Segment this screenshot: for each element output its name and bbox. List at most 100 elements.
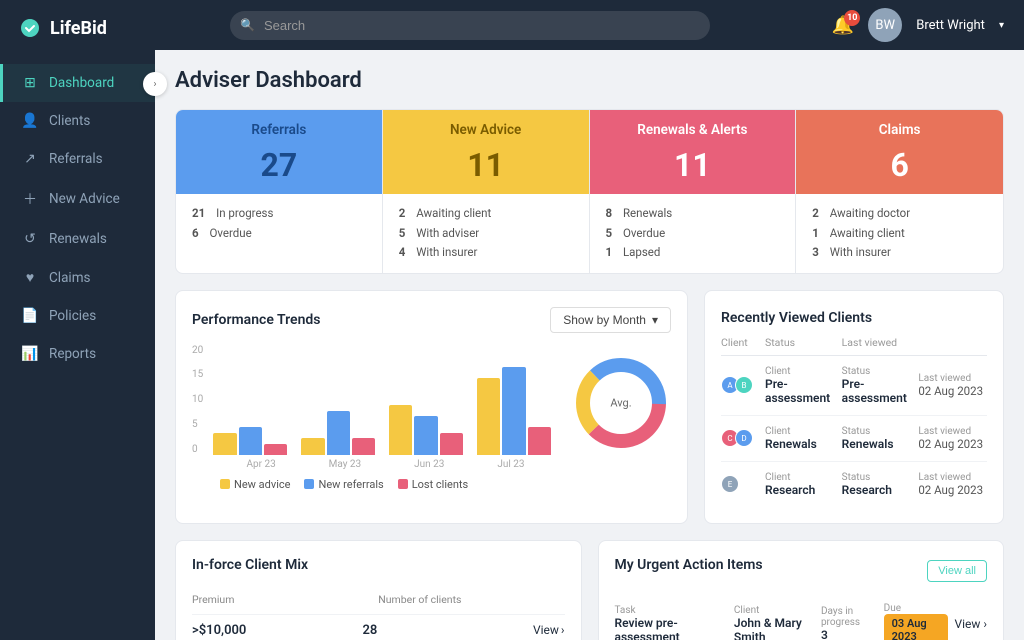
avatar-initials: BW bbox=[875, 18, 895, 33]
recently-viewed-row-3[interactable]: E Client Research Status Research Last v… bbox=[721, 462, 987, 507]
client-status-1: Pre-assessment bbox=[765, 377, 834, 405]
search-icon: 🔍 bbox=[240, 18, 255, 32]
summary-card-new-advice[interactable]: New Advice 11 2 Awaiting client 5 With a… bbox=[383, 110, 590, 273]
bar-new-referrals-jun bbox=[414, 416, 437, 455]
chevron-down-icon[interactable]: ▾ bbox=[999, 20, 1004, 31]
user-name[interactable]: Brett Wright bbox=[916, 18, 985, 33]
donut-container: Avg. bbox=[571, 353, 671, 453]
summary-card-renewals[interactable]: Renewals & Alerts 11 8 Renewals 5 Overdu… bbox=[590, 110, 797, 273]
referrals-inprogress-count: 21 bbox=[192, 204, 205, 224]
new-advice-icon: ＋ bbox=[21, 189, 39, 209]
client-avatar-2: C D bbox=[721, 429, 757, 447]
donut-label: Avg. bbox=[610, 396, 631, 409]
logo: LifeBid bbox=[0, 0, 155, 56]
search-input[interactable] bbox=[230, 11, 710, 40]
bar-lost-jun bbox=[440, 433, 463, 455]
card-number-referrals: 27 bbox=[176, 146, 382, 194]
performance-title: Performance Trends bbox=[192, 312, 320, 328]
client-mix-card: In-force Client Mix Premium Number of cl… bbox=[175, 540, 582, 640]
legend-lost-clients: Lost clients bbox=[398, 478, 469, 491]
view-all-button[interactable]: View all bbox=[927, 560, 987, 582]
claims-icon: ♥ bbox=[21, 269, 39, 286]
due-badge-1: 03 Aug 2023 bbox=[884, 614, 949, 640]
client-mix-view-1[interactable]: View › bbox=[533, 623, 565, 637]
recently-viewed-title: Recently Viewed Clients bbox=[721, 310, 872, 326]
recently-viewed-header: Client Status Last viewed bbox=[721, 336, 987, 356]
header: 🔍 🔔 10 BW Brett Wright ▾ bbox=[155, 0, 1024, 50]
card-header-renewals: Renewals & Alerts bbox=[590, 110, 796, 146]
bar-new-referrals-jul bbox=[502, 367, 525, 455]
bar-new-referrals-apr bbox=[239, 427, 262, 455]
sidebar-item-referrals[interactable]: ↗ Referrals bbox=[0, 140, 155, 178]
sidebar-toggle[interactable]: › bbox=[143, 72, 167, 96]
sidebar: LifeBid › ⊞ Dashboard 👤 Clients ↗ Referr… bbox=[0, 0, 155, 640]
page-title: Adviser Dashboard bbox=[175, 68, 1004, 93]
bar-chart bbox=[213, 345, 551, 455]
bar-new-advice-apr bbox=[213, 433, 236, 455]
performance-card-top: Performance Trends Show by Month ▾ bbox=[192, 307, 671, 333]
notification-badge: 10 bbox=[844, 10, 860, 26]
sidebar-item-policies[interactable]: 📄 Policies bbox=[0, 297, 155, 335]
card-details-renewals: 8 Renewals 5 Overdue 1 Lapsed bbox=[590, 194, 796, 273]
sidebar-label-referrals: Referrals bbox=[49, 151, 103, 167]
sidebar-label-reports: Reports bbox=[49, 346, 96, 362]
dropdown-chevron-icon: ▾ bbox=[652, 313, 658, 327]
urgent-actions-card: My Urgent Action Items View all Task Rev… bbox=[598, 540, 1005, 640]
recently-viewed-row-1[interactable]: A B Client Pre-assessment Status Pre-ass… bbox=[721, 356, 987, 416]
urgent-actions-header: My Urgent Action Items View all bbox=[615, 557, 988, 585]
sidebar-item-claims[interactable]: ♥ Claims bbox=[0, 258, 155, 297]
bar-group-jun bbox=[389, 405, 463, 455]
action-view-1[interactable]: View › bbox=[954, 617, 987, 631]
card-details-claims: 2 Awaiting doctor 1 Awaiting client 3 Wi… bbox=[796, 194, 1003, 273]
content: Adviser Dashboard Referrals 27 21 In pro… bbox=[155, 50, 1024, 640]
referrals-overdue-label: Overdue bbox=[209, 224, 251, 244]
chart-x-labels: Apr 23 May 23 Jun 23 Jul 23 bbox=[192, 459, 551, 470]
header-right: 🔔 10 BW Brett Wright ▾ bbox=[832, 8, 1004, 42]
sidebar-item-clients[interactable]: 👤 Clients bbox=[0, 102, 155, 140]
logo-icon bbox=[18, 16, 42, 40]
notification-button[interactable]: 🔔 10 bbox=[832, 15, 854, 36]
client-avatar-1: A B bbox=[721, 376, 757, 394]
referrals-icon: ↗ bbox=[21, 151, 39, 167]
referrals-inprogress-label: In progress bbox=[216, 204, 273, 224]
search-bar: 🔍 bbox=[230, 11, 710, 40]
sidebar-label-new-advice: New Advice bbox=[49, 191, 120, 207]
legend-dot-blue bbox=[304, 479, 314, 489]
summary-card-referrals[interactable]: Referrals 27 21 In progress 6 Overdue bbox=[176, 110, 383, 273]
sidebar-item-renewals[interactable]: ↺ Renewals bbox=[0, 220, 155, 258]
dropdown-label: Show by Month bbox=[563, 313, 646, 327]
client-avatar-3: E bbox=[721, 475, 757, 493]
card-number-renewals: 11 bbox=[590, 146, 796, 194]
chart-legend: New advice New referrals Lost clients bbox=[192, 478, 551, 491]
bar-lost-may bbox=[352, 438, 375, 455]
card-details-referrals: 21 In progress 6 Overdue bbox=[176, 194, 382, 253]
app-name: LifeBid bbox=[50, 18, 107, 39]
legend-dot-pink bbox=[398, 479, 408, 489]
advice-awaiting-count: 2 bbox=[399, 204, 406, 224]
sidebar-item-dashboard[interactable]: ⊞ Dashboard bbox=[0, 64, 155, 102]
avatar: BW bbox=[868, 8, 902, 42]
bar-group-may bbox=[301, 411, 375, 455]
bottom-section: In-force Client Mix Premium Number of cl… bbox=[175, 540, 1004, 640]
bar-new-advice-jul bbox=[477, 378, 500, 455]
bar-new-advice-jun bbox=[389, 405, 412, 455]
card-number-new-advice: 11 bbox=[383, 146, 589, 194]
sidebar-label-renewals: Renewals bbox=[49, 231, 107, 247]
renewals-icon: ↺ bbox=[21, 231, 39, 247]
card-header-new-advice: New Advice bbox=[383, 110, 589, 146]
client-label-1: Client bbox=[765, 366, 834, 377]
view-chevron-icon: › bbox=[561, 623, 565, 637]
recently-viewed-row-2[interactable]: C D Client Renewals Status Renewals La bbox=[721, 416, 987, 462]
reports-icon: 📊 bbox=[21, 346, 39, 362]
clients-icon: 👤 bbox=[21, 113, 39, 129]
referrals-overdue-count: 6 bbox=[192, 224, 199, 244]
sidebar-item-reports[interactable]: 📊 Reports bbox=[0, 335, 155, 373]
chart-y-axis: 20 15 10 5 0 bbox=[192, 345, 209, 455]
performance-card: Performance Trends Show by Month ▾ 20 15 bbox=[175, 290, 688, 524]
legend-new-advice: New advice bbox=[220, 478, 290, 491]
summary-card-claims[interactable]: Claims 6 2 Awaiting doctor 1 Awaiting cl… bbox=[796, 110, 1003, 273]
sidebar-item-new-advice[interactable]: ＋ New Advice bbox=[0, 178, 155, 220]
policies-icon: 📄 bbox=[21, 308, 39, 324]
performance-dropdown[interactable]: Show by Month ▾ bbox=[550, 307, 671, 333]
bar-new-advice-may bbox=[301, 438, 324, 455]
